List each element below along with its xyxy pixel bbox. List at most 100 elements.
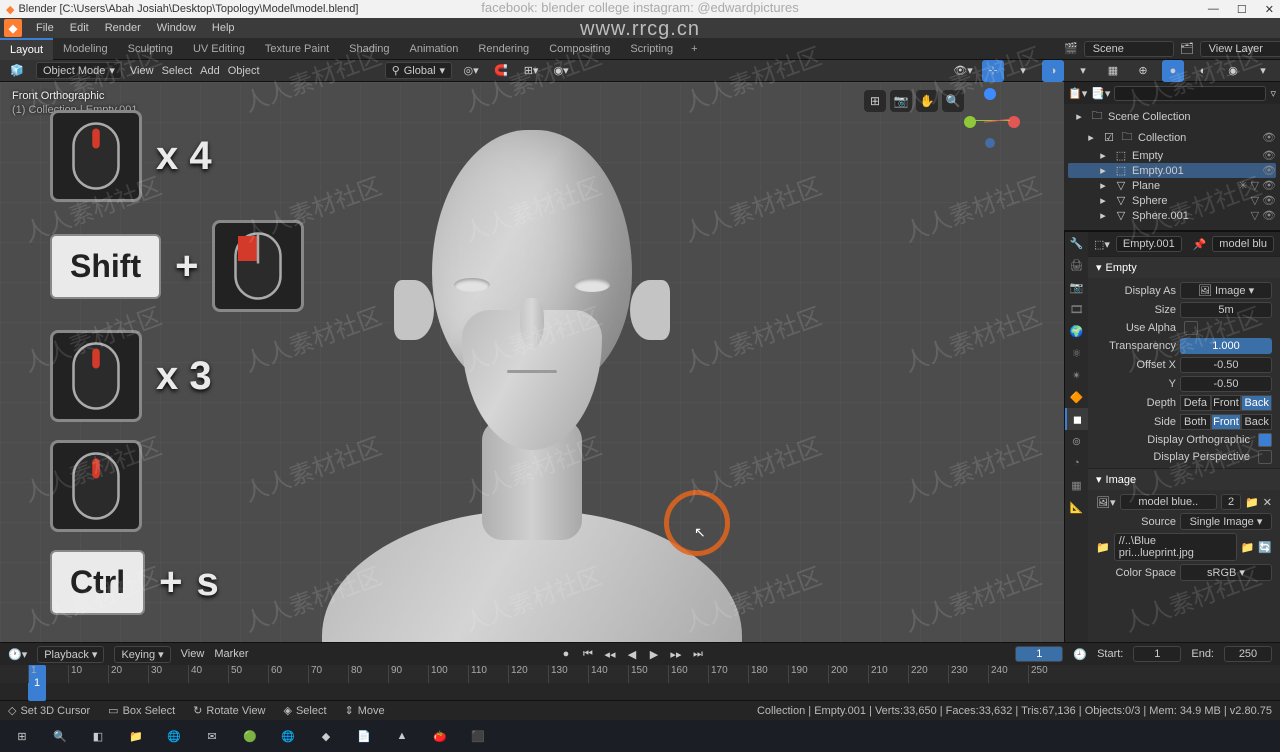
tab-sculpting[interactable]: Sculpting	[118, 38, 183, 60]
shading-rendered-icon[interactable]: ◉	[1222, 60, 1244, 82]
viewport-grid-icon[interactable]: ⊞	[864, 90, 886, 112]
tab-uvediting[interactable]: UV Editing	[183, 38, 255, 60]
properties-tab[interactable]: ⚛	[1065, 342, 1088, 364]
timeline-track[interactable]	[0, 683, 1280, 701]
taskbar-item[interactable]: ▲	[384, 721, 420, 751]
header-add-menu[interactable]: Add	[200, 65, 220, 77]
jump-end-icon[interactable]: ⏭	[689, 645, 707, 663]
taskbar-item[interactable]: ◧	[80, 721, 116, 751]
outliner-row[interactable]: ▸☑🗀Collection👁	[1068, 127, 1276, 148]
side-grp-option[interactable]: Both	[1180, 414, 1211, 430]
play-icon[interactable]: ▶	[645, 645, 663, 663]
image-name-field[interactable]: model blue..	[1120, 494, 1218, 510]
outliner-row[interactable]: ▸⬚Empty👁	[1068, 148, 1276, 163]
pivot-icon[interactable]: ◎▾	[460, 60, 482, 82]
snap-toggle-icon[interactable]: 🧲	[490, 60, 512, 82]
tab-texturepaint[interactable]: Texture Paint	[255, 38, 339, 60]
taskbar-item[interactable]: 🌐	[270, 721, 306, 751]
tab-compositing[interactable]: Compositing	[539, 38, 620, 60]
timeline-playback-menu[interactable]: Playback ▾	[37, 646, 104, 663]
image-unlink-icon[interactable]: ✕	[1263, 496, 1272, 509]
tab-shading[interactable]: Shading	[339, 38, 399, 60]
menu-window[interactable]: Window	[149, 22, 204, 34]
properties-tab[interactable]: 📷	[1065, 276, 1088, 298]
path-reload-icon[interactable]: 🔄	[1258, 541, 1272, 554]
outliner-disclosure-icon[interactable]: ▸	[1096, 179, 1110, 192]
shading-matprev-icon[interactable]: ◐	[1192, 60, 1214, 82]
outliner-disclosure-icon[interactable]: ▸	[1072, 110, 1086, 123]
properties-tab[interactable]: 🎞	[1065, 298, 1088, 320]
properties-tab[interactable]: 🔶	[1065, 386, 1088, 408]
outliner-row[interactable]: ▸▽Sphere▽👁	[1068, 193, 1276, 208]
shading-solid-icon[interactable]: ●	[1162, 60, 1184, 82]
depth-grp-option[interactable]: Front	[1211, 395, 1242, 411]
taskbar-item[interactable]: ✉	[194, 721, 230, 751]
disp-ortho-checkbox[interactable]	[1258, 433, 1272, 447]
props-context-name[interactable]: Empty.001	[1116, 236, 1182, 252]
taskbar-item[interactable]: 🍅	[422, 721, 458, 751]
shading-options-icon[interactable]: ▾	[1252, 60, 1274, 82]
outliner-row[interactable]: ▸🗀Scene Collection	[1068, 106, 1276, 127]
side-grp-option[interactable]: Back	[1241, 414, 1272, 430]
taskbar-item[interactable]: 📄	[346, 721, 382, 751]
outliner-row[interactable]: ▸▽Plane✳▽👁	[1068, 178, 1276, 193]
image-users[interactable]: 2	[1221, 494, 1241, 510]
outliner-type-icon[interactable]: 📋▾	[1068, 87, 1087, 100]
gizmo-z[interactable]	[984, 88, 996, 100]
display-as-dropdown[interactable]: 🖼 Image ▾	[1180, 282, 1272, 299]
offsety-field[interactable]: -0.50	[1180, 376, 1272, 392]
menu-render[interactable]: Render	[97, 22, 149, 34]
timeline-ruler[interactable]: 1 11020304050607080901001101201301401501…	[0, 665, 1280, 683]
outliner-toggle-icon[interactable]: 👁	[1262, 194, 1276, 207]
menu-edit[interactable]: Edit	[62, 22, 97, 34]
properties-tab[interactable]: 🖨	[1065, 254, 1088, 276]
next-key-icon[interactable]: ▸▸	[667, 645, 685, 663]
depth-buttons[interactable]: DefaFrontBack	[1180, 395, 1272, 411]
properties-tab[interactable]: ⊚	[1065, 430, 1088, 452]
outliner-toggle-icon[interactable]: ✳	[1238, 179, 1247, 192]
properties-tab[interactable]: 🌍	[1065, 320, 1088, 342]
add-workspace-button[interactable]: +	[683, 43, 705, 55]
current-frame-field[interactable]: 1	[1015, 646, 1063, 662]
outliner-search[interactable]	[1114, 86, 1266, 101]
taskbar-item[interactable]: ⬛	[460, 721, 496, 751]
scene-selector[interactable]: Scene	[1084, 41, 1174, 57]
use-alpha-checkbox[interactable]	[1184, 321, 1198, 335]
tab-scripting[interactable]: Scripting	[620, 38, 683, 60]
side-buttons[interactable]: BothFrontBack	[1180, 414, 1272, 430]
outliner-disclosure-icon[interactable]: ▸	[1096, 194, 1110, 207]
image-open-icon[interactable]: 📁	[1245, 496, 1259, 509]
props-data-name[interactable]: model blu	[1212, 236, 1274, 252]
properties-tab[interactable]: ◔	[1065, 452, 1088, 474]
section-image-header[interactable]: ▾ Image	[1088, 469, 1280, 490]
viewport-pan-icon[interactable]: ✋	[916, 90, 938, 112]
gizmo-toggle-icon[interactable]: ⊹	[982, 60, 1004, 82]
outliner-display-icon[interactable]: 📑▾	[1091, 87, 1110, 100]
taskbar-item[interactable]: 🌐	[156, 721, 192, 751]
side-grp-option[interactable]: Front	[1211, 414, 1242, 430]
jump-start-icon[interactable]: ⏮	[579, 645, 597, 663]
overlay-toggle-icon[interactable]: ◑	[1042, 60, 1064, 82]
taskbar-item[interactable]: ◆	[308, 721, 344, 751]
outliner-toggle-icon[interactable]: 👁	[1262, 164, 1276, 177]
editor-type-icon[interactable]: 🧊	[6, 60, 28, 82]
header-view-menu[interactable]: View	[130, 65, 154, 77]
outliner-disclosure-icon[interactable]: ▸	[1084, 131, 1098, 144]
xray-icon[interactable]: ▦	[1102, 60, 1124, 82]
outliner-toggle-icon[interactable]: 👁	[1262, 131, 1276, 144]
section-empty-header[interactable]: ▾ Empty	[1088, 257, 1280, 278]
tab-rendering[interactable]: Rendering	[468, 38, 539, 60]
outliner-disclosure-icon[interactable]: ▸	[1096, 149, 1110, 162]
menu-file[interactable]: File	[28, 22, 62, 34]
outliner-disclosure-icon[interactable]: ▸	[1096, 164, 1110, 177]
close-button[interactable]: ✕	[1265, 3, 1274, 16]
outliner-disclosure-icon[interactable]: ▸	[1096, 209, 1110, 222]
depth-grp-option[interactable]: Defa	[1180, 395, 1211, 411]
outliner-row[interactable]: ▸⬚Empty.001👁	[1068, 163, 1276, 178]
sync-icon[interactable]: 🕘	[1073, 648, 1087, 661]
viewlayer-selector[interactable]: View Layer	[1200, 41, 1280, 57]
snap-type-icon[interactable]: ⊞▾	[520, 60, 542, 82]
outliner-filter-icon[interactable]: ▿	[1270, 87, 1276, 100]
transparency-field[interactable]: 1.000	[1180, 338, 1272, 354]
prev-key-icon[interactable]: ◂◂	[601, 645, 619, 663]
